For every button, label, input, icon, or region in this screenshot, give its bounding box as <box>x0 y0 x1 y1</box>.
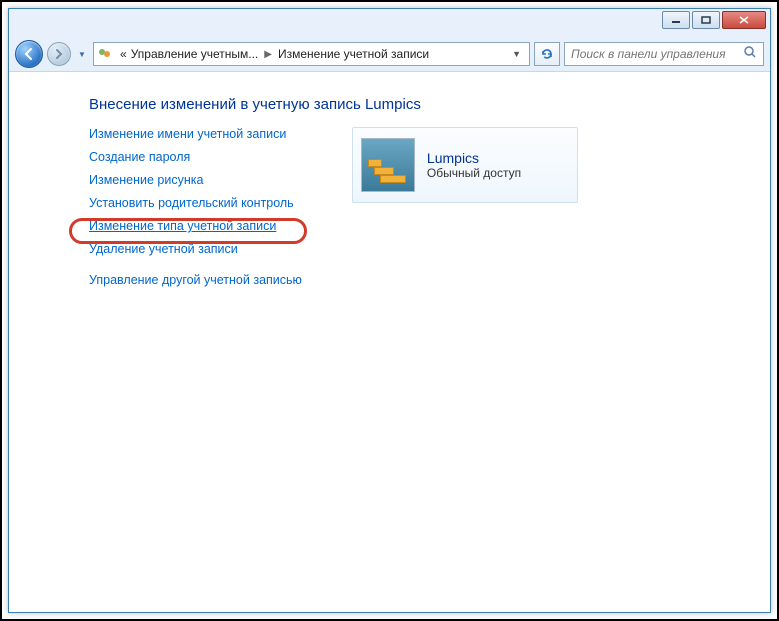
link-rename-account[interactable]: Изменение имени учетной записи <box>89 127 302 141</box>
search-box[interactable] <box>564 42 764 66</box>
link-create-password[interactable]: Создание пароля <box>89 150 302 164</box>
close-button[interactable] <box>722 11 766 29</box>
link-parental-controls[interactable]: Установить родительский контроль <box>89 196 302 210</box>
forward-button[interactable] <box>47 42 71 66</box>
maximize-button[interactable] <box>692 11 720 29</box>
nav-history-dropdown[interactable]: ▼ <box>75 40 89 68</box>
account-name: Lumpics <box>427 150 521 166</box>
window: ▼ « Управление учетным... ▶ Изменение уч… <box>8 8 771 613</box>
back-button[interactable] <box>15 40 43 68</box>
address-bar[interactable]: « Управление учетным... ▶ Изменение учет… <box>93 42 530 66</box>
link-change-picture[interactable]: Изменение рисунка <box>89 173 302 187</box>
breadcrumb-seg1[interactable]: Управление учетным... <box>129 47 261 61</box>
account-type: Обычный доступ <box>427 166 521 180</box>
link-change-account-type[interactable]: Изменение типа учетной записи <box>89 219 302 233</box>
control-panel-icon <box>96 45 114 63</box>
actions-list: Изменение имени учетной записи Создание … <box>89 127 302 296</box>
link-delete-account[interactable]: Удаление учетной записи <box>89 242 302 256</box>
navigation-bar: ▼ « Управление учетным... ▶ Изменение уч… <box>9 37 770 71</box>
content-area: Внесение изменений в учетную запись Lump… <box>9 71 770 612</box>
breadcrumb-chevron-icon[interactable]: ▶ <box>260 49 276 60</box>
breadcrumb-seg2[interactable]: Изменение учетной записи <box>276 47 431 61</box>
address-dropdown-icon[interactable]: ▼ <box>506 49 527 59</box>
refresh-button[interactable] <box>534 42 560 66</box>
account-picture <box>361 138 415 192</box>
minimize-button[interactable] <box>662 11 690 29</box>
page-title: Внесение изменений в учетную запись Lump… <box>89 96 744 113</box>
account-card: Lumpics Обычный доступ <box>352 127 578 203</box>
titlebar <box>9 9 770 37</box>
link-manage-other-account[interactable]: Управление другой учетной записью <box>89 273 302 287</box>
search-input[interactable] <box>571 47 737 61</box>
breadcrumb-prefix: « <box>118 47 129 61</box>
search-icon <box>743 45 757 64</box>
